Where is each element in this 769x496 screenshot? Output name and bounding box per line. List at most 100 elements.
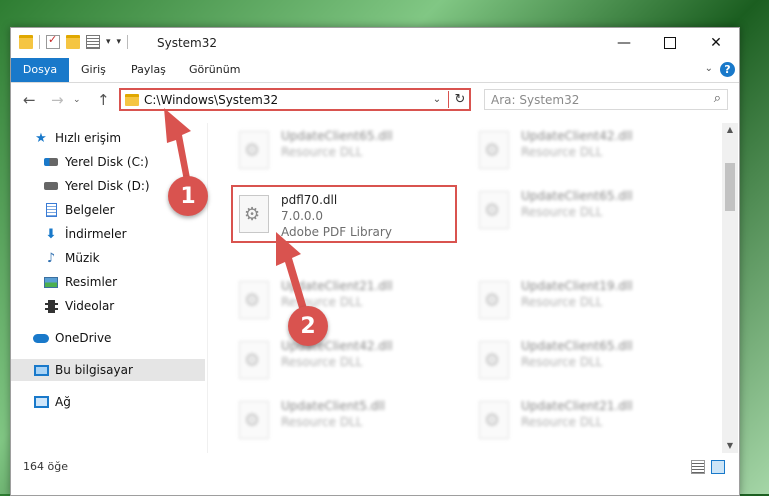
- file-name: UpdateClient19.dll: [521, 279, 633, 293]
- file-explorer-window: ▾ ▾ System32 — ✕ Dosya Giriş Paylaş Görü…: [10, 27, 740, 496]
- tiles-view-icon[interactable]: [711, 460, 725, 474]
- sidebar-item-label: Bu bilgisayar: [55, 363, 133, 377]
- sidebar-item-videos[interactable]: Videolar 📌: [11, 295, 237, 317]
- scroll-up-icon[interactable]: ▲: [722, 123, 738, 137]
- file-name: UpdateClient65.dll: [521, 189, 633, 203]
- scroll-down-icon[interactable]: ▼: [722, 439, 738, 453]
- status-bar: 164 öğe: [11, 456, 739, 480]
- file-type: Resource DLL: [521, 145, 603, 159]
- help-icon[interactable]: ?: [720, 62, 735, 77]
- new-folder-icon[interactable]: [66, 35, 80, 49]
- customize-toolbar-icon[interactable]: ▾: [117, 37, 122, 47]
- sidebar-item-label: Yerel Disk (D:): [65, 179, 150, 193]
- file-version: 7.0.0.0: [281, 209, 323, 223]
- close-button[interactable]: ✕: [693, 28, 739, 58]
- dll-file-icon: [479, 281, 509, 319]
- vertical-scrollbar[interactable]: ▲ ▼: [722, 123, 738, 453]
- dll-file-icon: [239, 131, 269, 169]
- dll-file-icon: [239, 401, 269, 439]
- file-type: Adobe PDF Library: [281, 225, 392, 239]
- file-name: UpdateClient65.dll: [521, 339, 633, 353]
- sidebar-item-label: Müzik: [65, 251, 100, 265]
- videos-icon: [43, 299, 59, 313]
- star-icon: ★: [35, 130, 47, 146]
- search-box[interactable]: Ara: System32 ⌕: [484, 89, 728, 110]
- sidebar-item-label: Belgeler: [65, 203, 115, 217]
- address-separator: [448, 91, 449, 108]
- file-type: Resource DLL: [521, 355, 603, 369]
- ribbon-tabs: Dosya Giriş Paylaş Görünüm ⌄ ?: [11, 58, 739, 83]
- address-history-chevron-icon[interactable]: ⌄: [428, 94, 446, 105]
- file-item[interactable]: UpdateClient42.dll Resource DLL: [233, 333, 453, 389]
- sidebar-item-label: Yerel Disk (C:): [65, 155, 149, 169]
- dll-file-icon: [479, 341, 509, 379]
- search-icon[interactable]: ⌕: [714, 91, 721, 106]
- properties-check-icon[interactable]: [46, 33, 60, 49]
- file-item[interactable]: UpdateClient65.dll Resource DLL: [233, 123, 453, 179]
- sidebar-item-disk-c[interactable]: Yerel Disk (C:) 📌: [11, 151, 237, 173]
- file-item[interactable]: UpdateClient42.dll Resource DLL: [473, 123, 693, 179]
- navigation-pane: ★ Hızlı erişim Yerel Disk (C:) 📌 Yerel D…: [11, 123, 231, 453]
- sidebar-item-network[interactable]: Ağ: [11, 391, 227, 413]
- sidebar-item-downloads[interactable]: ⬇ İndirmeler 📌: [11, 223, 237, 245]
- file-item-pdfl70[interactable]: pdfl70.dll 7.0.0.0 Adobe PDF Library: [231, 185, 457, 243]
- folder-icon[interactable]: [19, 35, 33, 49]
- tab-share[interactable]: Paylaş: [131, 58, 166, 82]
- file-type: Resource DLL: [521, 295, 603, 309]
- sidebar-item-pictures[interactable]: Resimler 📌: [11, 271, 237, 293]
- forward-arrow-icon[interactable]: →: [51, 91, 64, 109]
- file-name: UpdateClient21.dll: [521, 399, 633, 413]
- sidebar-item-label: Ağ: [55, 395, 71, 409]
- address-path[interactable]: C:\Windows\System32: [144, 93, 428, 107]
- file-type: Resource DLL: [281, 355, 363, 369]
- disk-c-icon: [43, 155, 59, 169]
- disk-d-icon: [43, 179, 59, 193]
- up-arrow-icon[interactable]: ↑: [97, 91, 110, 109]
- tab-view[interactable]: Görünüm: [189, 58, 240, 82]
- tab-home[interactable]: Giriş: [81, 58, 106, 82]
- music-icon: ♪: [46, 250, 56, 266]
- dll-file-icon: [239, 281, 269, 319]
- sidebar-item-quick-access[interactable]: ★ Hızlı erişim: [11, 127, 227, 149]
- title-bar: ▾ ▾ System32 — ✕: [11, 28, 739, 58]
- file-name: UpdateClient5.dll: [281, 399, 385, 413]
- toolbar-separator: [39, 35, 40, 49]
- sidebar-item-label: Videolar: [65, 299, 115, 313]
- file-list: UpdateClient65.dll Resource DLL pdfl70.d…: [209, 123, 721, 453]
- file-name: UpdateClient65.dll: [281, 129, 393, 143]
- sidebar-item-onedrive[interactable]: OneDrive: [11, 327, 227, 349]
- step-1-badge: 1: [168, 176, 208, 216]
- quick-access-toolbar: ▾ ▾: [19, 33, 129, 49]
- tab-file[interactable]: Dosya: [11, 58, 69, 82]
- address-bar[interactable]: C:\Windows\System32 ⌄ ↻: [119, 88, 471, 111]
- search-placeholder: Ara: System32: [491, 93, 580, 107]
- address-folder-icon: [125, 93, 139, 106]
- file-item[interactable]: UpdateClient21.dll Resource DLL: [473, 393, 693, 449]
- details-view-icon[interactable]: [691, 460, 705, 474]
- chevron-down-icon[interactable]: ▾: [106, 37, 111, 47]
- sidebar-item-this-pc[interactable]: Bu bilgisayar: [11, 359, 205, 381]
- minimize-button[interactable]: —: [601, 28, 647, 58]
- refresh-icon[interactable]: ↻: [451, 92, 469, 107]
- network-icon: [33, 395, 49, 409]
- recent-locations-icon[interactable]: ⌄: [73, 95, 81, 105]
- dll-file-icon: [239, 195, 269, 233]
- expand-ribbon-icon[interactable]: ⌄: [705, 63, 713, 74]
- maximize-button[interactable]: [647, 28, 693, 58]
- back-arrow-icon[interactable]: ←: [23, 91, 36, 109]
- file-item[interactable]: UpdateClient21.dll Resource DLL: [233, 273, 453, 329]
- file-item[interactable]: UpdateClient65.dll Resource DLL: [473, 333, 693, 389]
- item-count: 164 öğe: [23, 460, 68, 473]
- view-properties-icon[interactable]: [86, 35, 100, 49]
- file-type: Resource DLL: [281, 295, 363, 309]
- navigation-bar: ← → ⌄ ↑ C:\Windows\System32 ⌄ ↻ Ara: Sys…: [11, 83, 739, 119]
- dll-file-icon: [479, 401, 509, 439]
- sidebar-item-music[interactable]: ♪ Müzik 📌: [11, 247, 237, 269]
- file-item[interactable]: UpdateClient65.dll Resource DLL: [473, 183, 693, 239]
- file-item[interactable]: UpdateClient19.dll Resource DLL: [473, 273, 693, 329]
- dll-file-icon: [479, 191, 509, 229]
- scroll-thumb[interactable]: [725, 163, 735, 211]
- file-item[interactable]: UpdateClient5.dll Resource DLL: [233, 393, 453, 449]
- file-type: Resource DLL: [521, 205, 603, 219]
- step-2-badge: 2: [288, 306, 328, 346]
